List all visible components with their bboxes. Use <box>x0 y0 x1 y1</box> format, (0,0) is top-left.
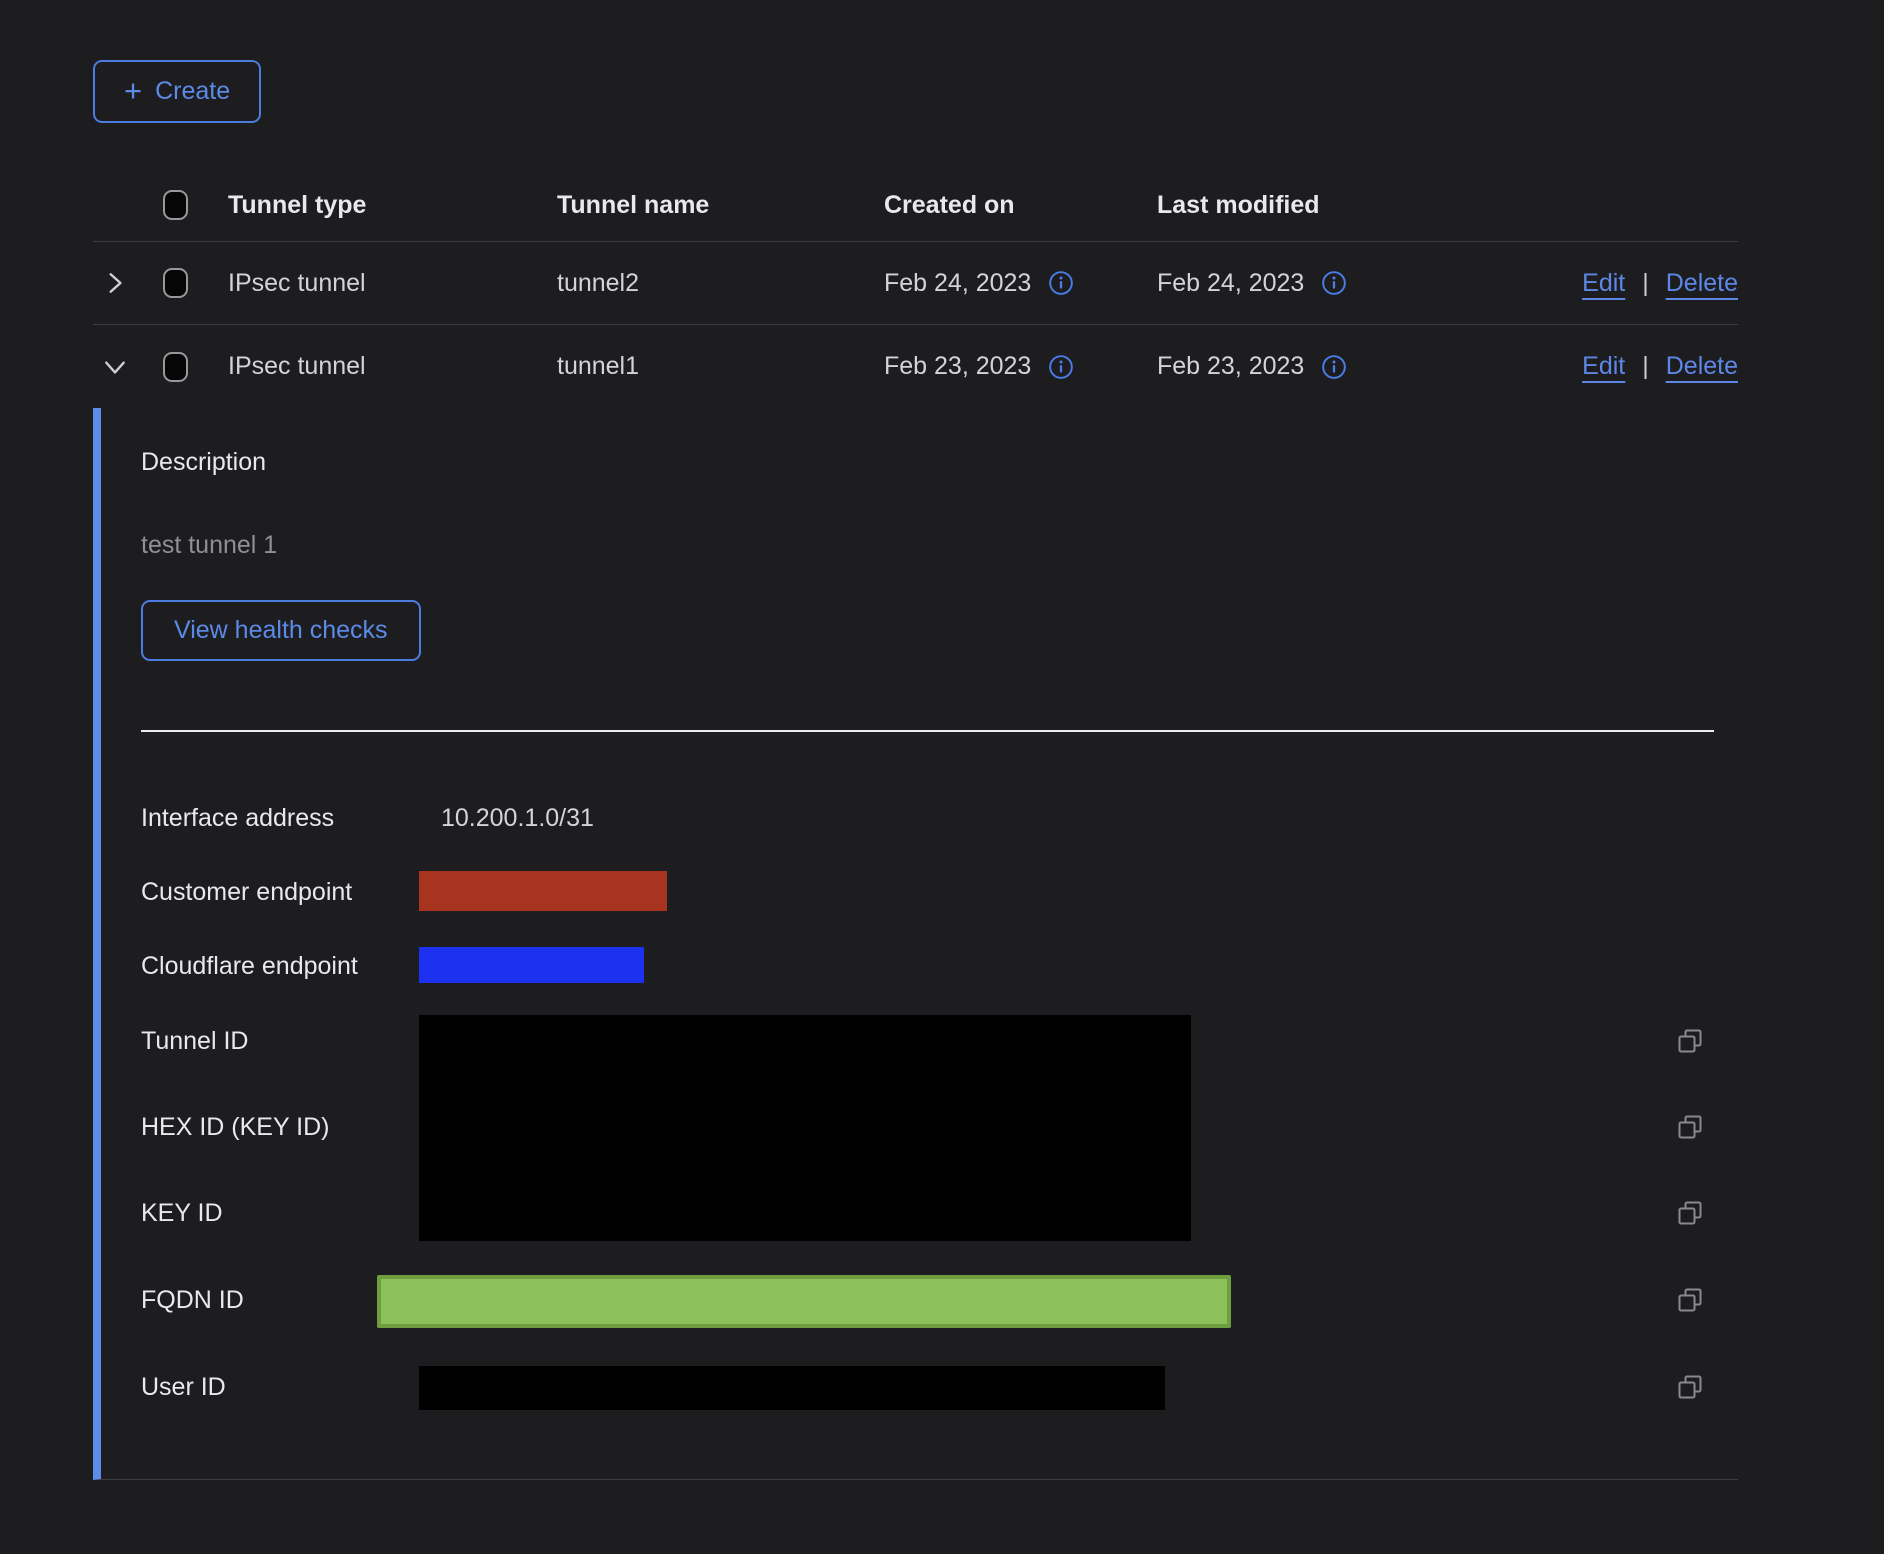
chevron-right-icon <box>103 271 127 295</box>
view-health-checks-button[interactable]: View health checks <box>141 600 421 661</box>
tunnel-name-cell: tunnel2 <box>551 269 878 298</box>
main-content: + Create Tunnel type Tunnel name Created… <box>93 0 1738 1480</box>
customer-endpoint-redacted <box>419 871 667 911</box>
last-modified-cell: Feb 24, 2023 <box>1157 269 1304 298</box>
customer-endpoint-label: Customer endpoint <box>141 876 352 908</box>
info-icon[interactable] <box>1048 270 1074 296</box>
row-checkbox[interactable] <box>163 352 188 382</box>
info-icon[interactable] <box>1321 270 1347 296</box>
last-modified-cell: Feb 23, 2023 <box>1157 352 1304 381</box>
copy-key-id-button[interactable] <box>1677 1200 1703 1226</box>
cloudflare-endpoint-label: Cloudflare endpoint <box>141 950 358 982</box>
edit-link[interactable]: Edit <box>1582 269 1625 298</box>
copy-icon <box>1677 1374 1703 1400</box>
header-checkbox-cell <box>149 190 221 220</box>
header-created-on: Created on <box>878 191 1151 220</box>
copy-icon <box>1677 1114 1703 1140</box>
info-icon[interactable] <box>1048 354 1074 380</box>
copy-fqdn-id-button[interactable] <box>1677 1287 1703 1313</box>
tunnel-id-label: Tunnel ID <box>141 1025 248 1057</box>
table-header-row: Tunnel type Tunnel name Created on Last … <box>93 169 1738 242</box>
create-button[interactable]: + Create <box>93 60 261 123</box>
header-last-modified: Last modified <box>1151 191 1424 220</box>
user-id-label: User ID <box>141 1371 226 1403</box>
create-button-label: Create <box>155 77 230 106</box>
select-all-checkbox[interactable] <box>163 190 188 220</box>
key-id-label: KEY ID <box>141 1197 223 1229</box>
edit-link[interactable]: Edit <box>1582 352 1625 381</box>
description-value: test tunnel 1 <box>141 531 277 560</box>
row-checkbox[interactable] <box>163 268 188 298</box>
info-icon[interactable] <box>1321 354 1347 380</box>
table-row-tunnel2: IPsec tunnel tunnel2 Feb 24, 2023 Feb 24… <box>93 242 1738 325</box>
interface-address-value: 10.200.1.0/31 <box>441 802 594 834</box>
copy-user-id-button[interactable] <box>1677 1374 1703 1400</box>
header-tunnel-type: Tunnel type <box>221 191 551 220</box>
created-on-cell: Feb 24, 2023 <box>884 269 1031 298</box>
tunnel-type-cell: IPsec tunnel <box>221 269 551 298</box>
user-id-redacted <box>419 1366 1165 1410</box>
expanded-tunnel-details: Description test tunnel 1 View health ch… <box>93 408 1738 1480</box>
copy-icon <box>1677 1200 1703 1226</box>
delete-link[interactable]: Delete <box>1666 352 1738 381</box>
copy-icon <box>1677 1287 1703 1313</box>
action-separator: | <box>1642 269 1649 298</box>
plus-icon: + <box>124 75 142 106</box>
fqdn-id-label: FQDN ID <box>141 1284 244 1316</box>
hex-id-label: HEX ID (KEY ID) <box>141 1111 329 1143</box>
tunnel-name-cell: tunnel1 <box>551 352 878 381</box>
copy-icon <box>1677 1028 1703 1054</box>
delete-link[interactable]: Delete <box>1666 269 1738 298</box>
header-tunnel-name: Tunnel name <box>551 191 878 220</box>
description-label: Description <box>141 448 266 477</box>
cloudflare-endpoint-redacted <box>419 947 644 983</box>
tunnels-table: Tunnel type Tunnel name Created on Last … <box>93 169 1738 1480</box>
action-separator: | <box>1642 352 1649 381</box>
tunnel-id-redacted <box>419 1015 1191 1241</box>
collapse-row-button[interactable] <box>103 355 127 379</box>
fqdn-id-redacted <box>377 1275 1231 1328</box>
interface-address-label: Interface address <box>141 802 334 834</box>
copy-tunnel-id-button[interactable] <box>1677 1028 1703 1054</box>
tunnel-type-cell: IPsec tunnel <box>221 352 551 381</box>
created-on-cell: Feb 23, 2023 <box>884 352 1031 381</box>
table-row-tunnel1: IPsec tunnel tunnel1 Feb 23, 2023 Feb 23… <box>93 325 1738 408</box>
expand-row-button[interactable] <box>103 271 127 295</box>
chevron-down-icon <box>103 355 127 379</box>
section-divider <box>141 730 1714 732</box>
copy-hex-id-button[interactable] <box>1677 1114 1703 1140</box>
